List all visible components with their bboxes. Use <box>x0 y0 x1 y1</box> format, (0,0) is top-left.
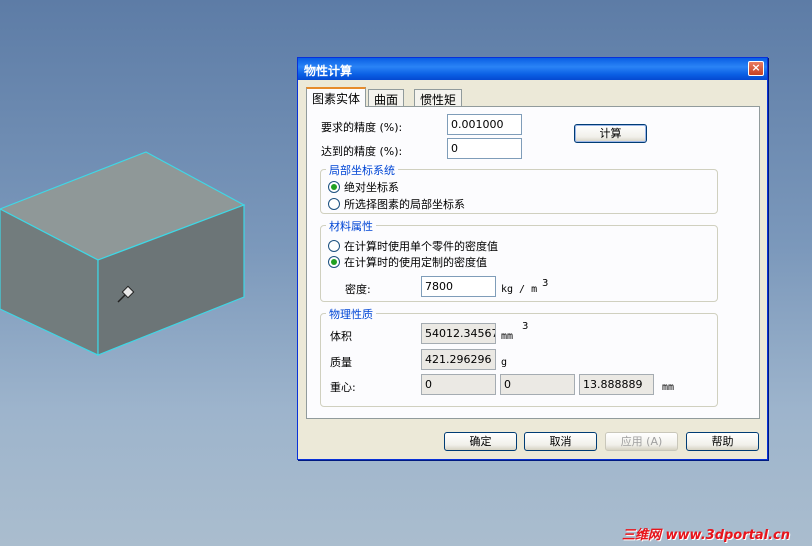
radio-button-icon <box>328 198 340 210</box>
local-coords-title: 局部坐标系统 <box>326 162 398 178</box>
radio-button-icon <box>328 240 340 252</box>
cog-unit: mm <box>662 382 675 393</box>
mass-properties-dialog: 物性计算 × 图素实体 曲面 惯性矩 要求的精度 (%): 0.001000 达… <box>297 57 768 460</box>
apply-button[interactable]: 应用 (A) <box>605 432 678 451</box>
physical-properties-title: 物理性质 <box>326 306 376 322</box>
title-bar[interactable]: 物性计算 × <box>298 58 767 80</box>
volume-output[interactable]: 54012.345679 <box>421 323 496 344</box>
radio-button-icon <box>328 181 340 193</box>
ok-button[interactable]: 确定 <box>444 432 517 451</box>
volume-unit-exponent: 3 <box>522 321 529 332</box>
material-group: 材料属性 在计算时使用单个零件的密度值 在计算时的使用定制的密度值 密度: 78… <box>320 218 718 302</box>
volume-unit: mm <box>501 331 514 342</box>
calculate-button[interactable]: 计算 <box>574 124 647 143</box>
close-button[interactable]: × <box>748 61 764 76</box>
radio-part-density[interactable]: 在计算时使用单个零件的密度值 <box>328 238 498 254</box>
tab-inertia[interactable]: 惯性矩 <box>414 89 463 107</box>
site-watermark: 三维网 www.3dportal.cn <box>621 528 790 543</box>
radio-part-density-label: 在计算时使用单个零件的密度值 <box>344 240 498 253</box>
achieved-precision-label: 达到的精度 (%): <box>321 145 403 158</box>
cog-x-output[interactable]: 0 <box>421 374 496 395</box>
help-button[interactable]: 帮助 <box>686 432 759 451</box>
radio-button-icon <box>328 256 340 268</box>
mass-output[interactable]: 421.296296 <box>421 349 496 370</box>
density-unit: kg / m <box>501 284 538 295</box>
close-icon: × <box>751 61 761 74</box>
cancel-button[interactable]: 取消 <box>524 432 597 451</box>
cog-y-output[interactable]: 0 <box>500 374 575 395</box>
dialog-title: 物性计算 <box>304 64 353 78</box>
radio-absolute-coords[interactable]: 绝对坐标系 <box>328 179 399 195</box>
tab-solid[interactable]: 图素实体 <box>306 87 367 107</box>
radio-custom-density-label: 在计算时的使用定制的密度值 <box>344 256 487 269</box>
center-of-gravity-label: 重心: <box>330 381 356 394</box>
radio-entity-local-coords[interactable]: 所选择图素的局部坐标系 <box>328 196 465 212</box>
material-title: 材料属性 <box>326 218 376 234</box>
mass-label: 质量 <box>330 356 352 369</box>
cog-z-output[interactable]: 13.888889 <box>579 374 654 395</box>
radio-custom-density[interactable]: 在计算时的使用定制的密度值 <box>328 254 487 270</box>
required-precision-input[interactable]: 0.001000 <box>447 114 522 135</box>
density-input[interactable]: 7800 <box>421 276 496 297</box>
radio-entity-local-label: 所选择图素的局部坐标系 <box>344 198 465 211</box>
tab-surface[interactable]: 曲面 <box>368 89 405 107</box>
required-precision-label: 要求的精度 (%): <box>321 121 403 134</box>
local-coords-group: 局部坐标系统 绝对坐标系 所选择图素的局部坐标系 <box>320 162 718 214</box>
dialog-client: 图素实体 曲面 惯性矩 要求的精度 (%): 0.001000 达到的精度 (%… <box>298 80 767 459</box>
density-label: 密度: <box>345 283 371 296</box>
physical-properties-group: 物理性质 体积 54012.345679 mm 3 质量 421.296296 … <box>320 306 718 407</box>
tab-panel: 要求的精度 (%): 0.001000 达到的精度 (%): 0 计算 局部坐标… <box>306 106 760 419</box>
radio-absolute-label: 绝对坐标系 <box>344 181 399 194</box>
achieved-precision-input[interactable]: 0 <box>447 138 522 159</box>
density-unit-exponent: 3 <box>542 278 549 289</box>
volume-label: 体积 <box>330 330 352 343</box>
mass-unit: g <box>501 357 508 368</box>
